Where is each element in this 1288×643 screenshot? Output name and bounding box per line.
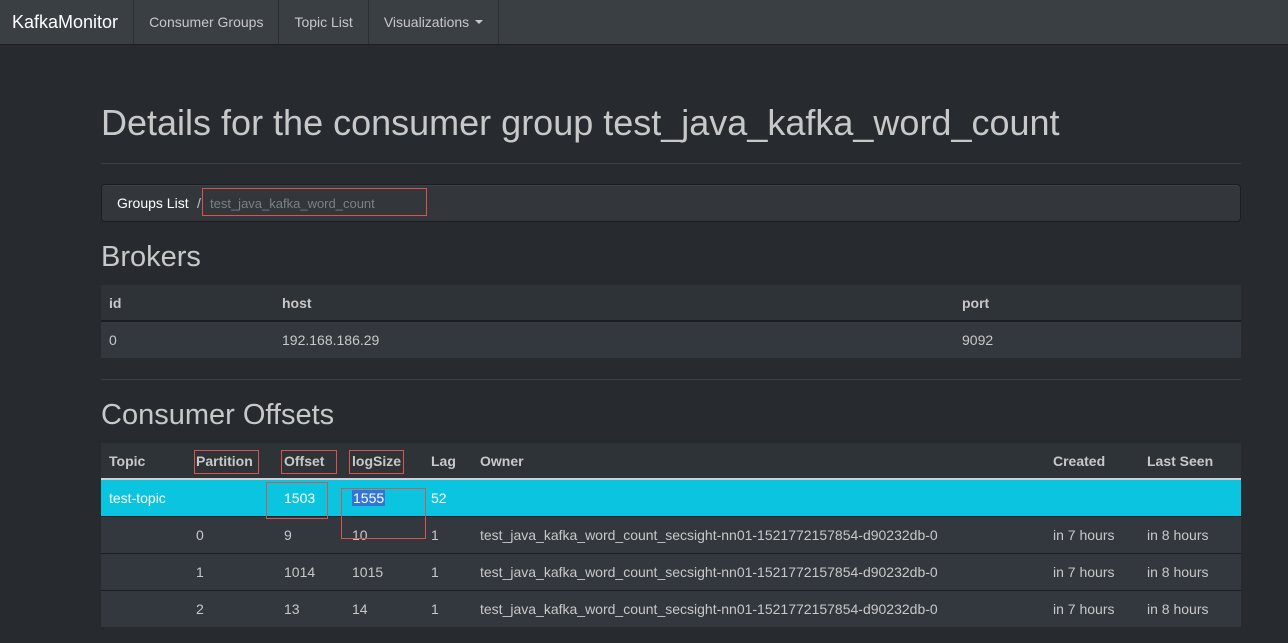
annotation-box: [266, 482, 328, 519]
offset: 1014: [284, 563, 316, 580]
topic-name: test-topic: [109, 489, 166, 506]
topic-owner: [472, 479, 1045, 516]
partition: 1: [196, 563, 204, 580]
table-header-row: id host port: [101, 285, 1241, 322]
annotation-box: [281, 450, 337, 474]
lag: 1: [431, 600, 439, 617]
col-port: port: [954, 285, 1241, 322]
owner: test_java_kafka_word_count_secsight-nn01…: [480, 563, 938, 580]
broker-id: 0: [109, 332, 117, 348]
partition: 0: [196, 526, 204, 543]
caret-down-icon: [475, 20, 484, 24]
annotation-box: [349, 450, 404, 474]
partition: 2: [196, 600, 204, 617]
table-row: 0 192.168.186.29 9092: [101, 321, 1241, 358]
table-header-row: Topic Partition Offset logSize Lag Owner…: [101, 443, 1241, 480]
broker-host: 192.168.186.29: [282, 332, 380, 348]
col-owner: Owner: [472, 443, 1045, 480]
last-seen: in 8 hours: [1147, 563, 1209, 580]
created: in 7 hours: [1053, 526, 1115, 543]
logsize: 1015: [352, 563, 384, 580]
offset: 9: [284, 526, 292, 543]
brokers-table: id host port 0 192.168.186.29 9092: [101, 285, 1241, 358]
logsize: 14: [352, 600, 368, 617]
consumer-offsets-table: Topic Partition Offset logSize Lag Owner…: [101, 443, 1241, 627]
navbar: KafkaMonitor Consumer Groups Topic List …: [0, 0, 1288, 45]
topic-created: [1045, 479, 1139, 516]
created: in 7 hours: [1053, 600, 1115, 617]
annotation-box: [202, 188, 427, 216]
annotation-box: [341, 488, 426, 539]
divider: [101, 379, 1241, 380]
table-row: 2 13 14 1 test_java_kafka_word_count_sec…: [101, 590, 1241, 627]
col-lag: Lag: [423, 443, 472, 480]
lag: 1: [431, 526, 439, 543]
col-id: id: [101, 285, 274, 322]
table-row: 0 9 10 1 test_java_kafka_word_count_secs…: [101, 516, 1241, 553]
consumer-offsets-heading: Consumer Offsets: [101, 399, 335, 431]
breadcrumb-separator: /: [197, 195, 201, 211]
owner: test_java_kafka_word_count_secsight-nn01…: [480, 600, 938, 617]
nav-consumer-groups[interactable]: Consumer Groups: [133, 0, 278, 44]
nav-visualizations-dropdown[interactable]: Visualizations: [367, 0, 500, 44]
topic-last-seen: [1139, 479, 1241, 516]
nav-topic-list[interactable]: Topic List: [278, 0, 367, 44]
col-last-seen: Last Seen: [1139, 443, 1241, 480]
nav-topic-list-label: Topic List: [294, 14, 353, 30]
nav-consumer-groups-label: Consumer Groups: [149, 14, 264, 30]
topic-lag: 52: [431, 489, 447, 506]
topic-partition: [188, 479, 276, 516]
broker-port: 9092: [962, 332, 994, 348]
offset: 13: [284, 600, 300, 617]
brand-logo[interactable]: KafkaMonitor: [0, 0, 133, 44]
brokers-heading: Brokers: [101, 241, 201, 273]
divider: [101, 163, 1241, 164]
last-seen: in 8 hours: [1147, 600, 1209, 617]
page-title: Details for the consumer group test_java…: [101, 102, 1060, 143]
col-topic: Topic: [101, 443, 188, 480]
annotation-box: [194, 450, 259, 474]
owner: test_java_kafka_word_count_secsight-nn01…: [480, 526, 938, 543]
nav-visualizations-label: Visualizations: [383, 14, 470, 30]
col-host: host: [274, 285, 954, 322]
breadcrumb-groups-list-link[interactable]: Groups List: [117, 195, 189, 211]
col-created: Created: [1045, 443, 1139, 480]
created: in 7 hours: [1053, 563, 1115, 580]
table-row: 1 1014 1015 1 test_java_kafka_word_count…: [101, 553, 1241, 590]
last-seen: in 8 hours: [1147, 526, 1209, 543]
lag: 1: [431, 563, 439, 580]
